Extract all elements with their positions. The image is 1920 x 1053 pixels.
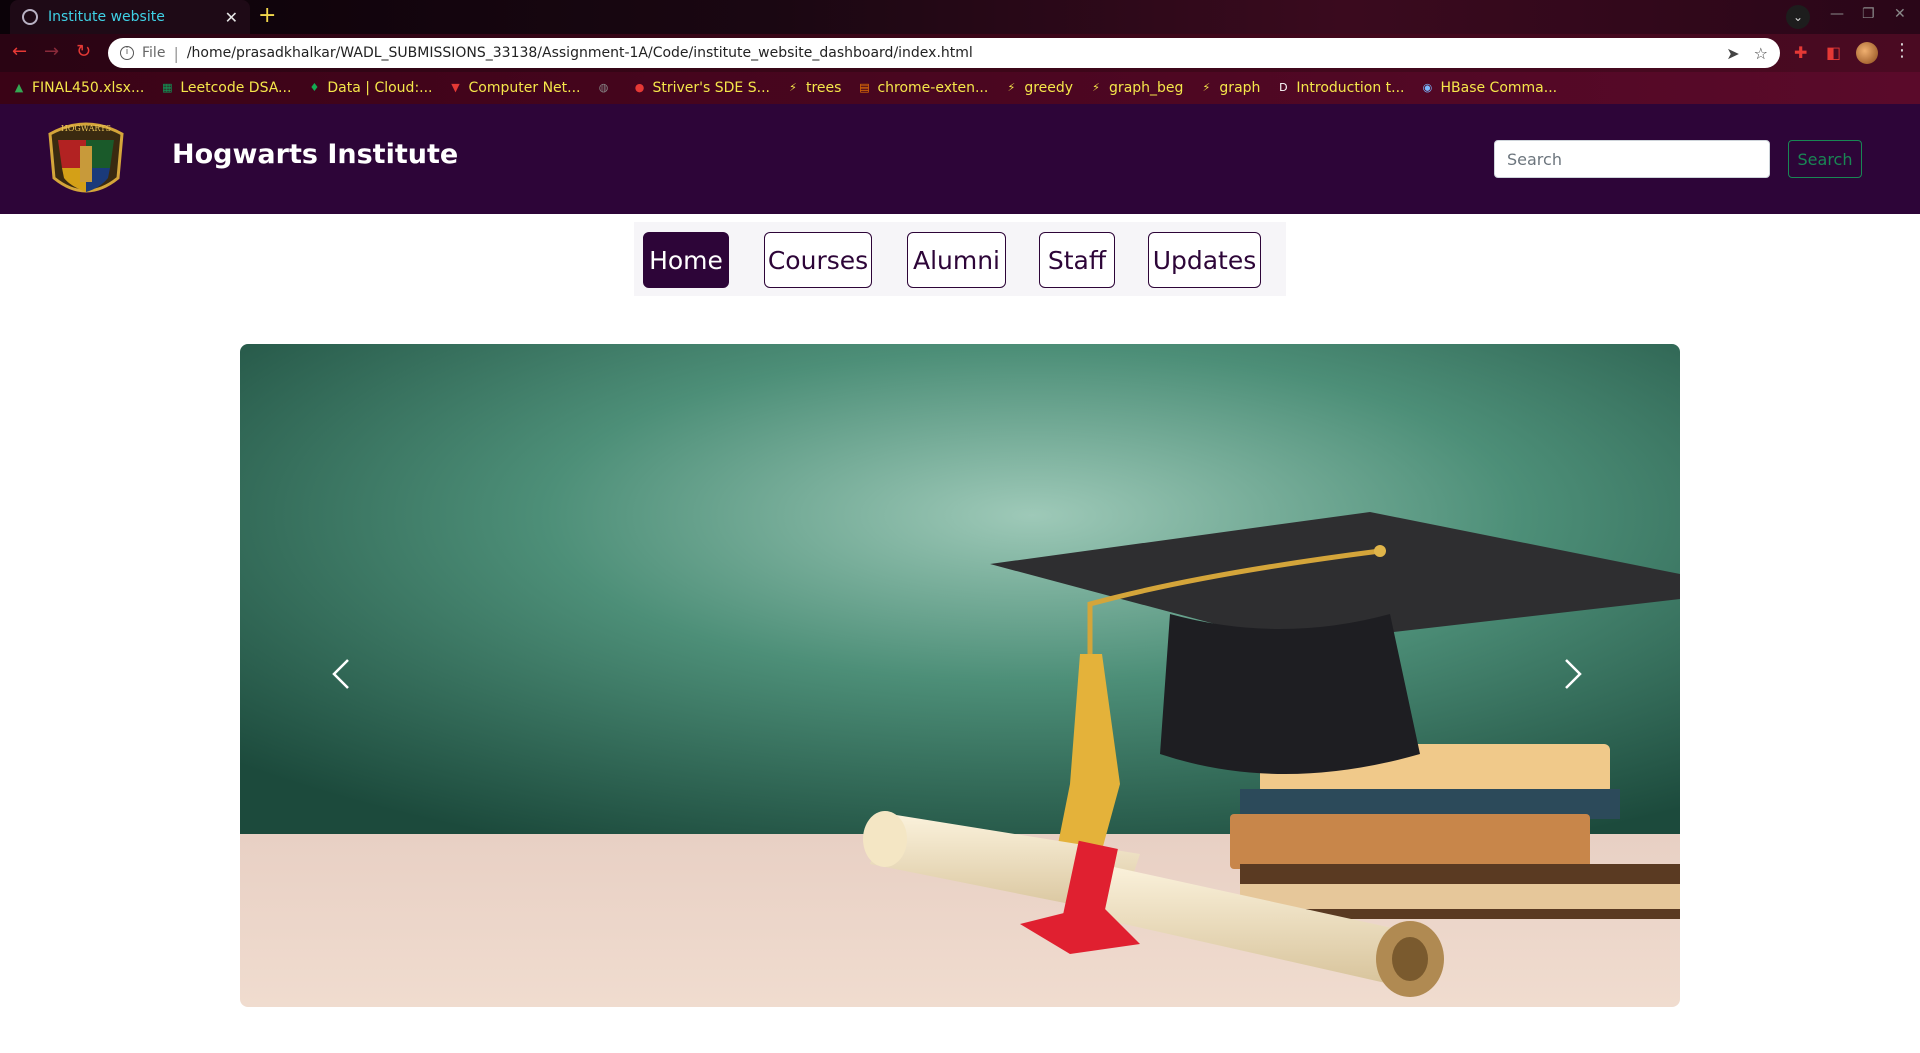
- forward-icon[interactable]: →: [44, 41, 59, 62]
- bookmark-label: chrome-exten...: [877, 80, 989, 96]
- hackerrank-icon: ⚡: [1202, 81, 1211, 94]
- hackerrank-icon: ⚡: [789, 81, 797, 94]
- side-panel-icon[interactable]: ◧: [1826, 43, 1841, 62]
- bookmark-item[interactable]: ◉ HBase Comma...: [1420, 80, 1557, 96]
- hero-carousel: [240, 344, 1680, 1007]
- globe-icon: [22, 9, 38, 25]
- browser-toolbar: ← → ↻ i File | /home/prasadkhalkar/WADL_…: [0, 34, 1920, 72]
- hackerrank-icon: ⚡: [1092, 81, 1100, 94]
- bookmarks-bar: ▲ FINAL450.xlsx... ▦ Leetcode DSA... ♦ Data |…: [0, 72, 1920, 104]
- close-window-icon[interactable]: ✕: [1894, 6, 1906, 22]
- bookmark-label: graph_beg: [1109, 80, 1184, 96]
- bookmark-item[interactable]: ⚡ trees: [786, 80, 841, 96]
- tab-search-icon[interactable]: ⌄: [1786, 5, 1810, 29]
- site-header: HOGWARTS Hogwarts Institute Search: [0, 104, 1920, 214]
- browser-tab-strip: Institute website ✕ + ⌄ — ❐ ✕: [0, 0, 1920, 34]
- tuf-icon: ●: [634, 81, 645, 94]
- back-icon[interactable]: ←: [12, 41, 27, 62]
- nav-alumni-button[interactable]: Alumni: [907, 232, 1006, 288]
- info-icon[interactable]: i: [120, 46, 134, 60]
- shield-v-icon: ▼: [451, 81, 460, 94]
- chrome-ext-icon: ▤: [859, 81, 870, 94]
- carousel-prev-button[interactable]: [312, 644, 372, 704]
- extensions-puzzle-icon[interactable]: ✚: [1794, 43, 1807, 62]
- carousel-slide-image: [240, 344, 1680, 1007]
- bookmark-item[interactable]: ▲ FINAL450.xlsx...: [12, 80, 145, 96]
- nav-updates-button[interactable]: Updates: [1148, 232, 1261, 288]
- chevron-left-icon: [332, 659, 349, 689]
- bookmark-star-icon[interactable]: ☆: [1754, 44, 1768, 63]
- bookmark-item[interactable]: ▼ Computer Net...: [449, 80, 581, 96]
- bookmark-item[interactable]: ▦ Leetcode DSA...: [160, 80, 291, 96]
- leaf-icon: ♦: [309, 81, 320, 94]
- bookmark-item[interactable]: D Introduction t...: [1276, 80, 1404, 96]
- bookmark-label: graph: [1219, 80, 1261, 96]
- nav-home-button[interactable]: Home: [643, 232, 729, 288]
- site-title: Hogwarts Institute: [172, 139, 459, 170]
- bookmark-label: greedy: [1024, 80, 1074, 96]
- hackerrank-icon: ⚡: [1007, 81, 1016, 94]
- bookmark-label: FINAL450.xlsx...: [32, 80, 145, 96]
- bookmark-item[interactable]: ● Striver's SDE S...: [633, 80, 770, 96]
- google-drive-icon: ▲: [14, 81, 24, 94]
- browser-tab[interactable]: Institute website ✕: [10, 0, 250, 34]
- globe-icon: ◍: [598, 81, 609, 94]
- main-nav: Home Courses Alumni Staff Updates: [634, 222, 1286, 296]
- hogwarts-crest-logo[interactable]: HOGWARTS: [40, 112, 132, 206]
- bookmark-item[interactable]: ▤ chrome-exten...: [857, 80, 988, 96]
- bookmark-label: trees: [805, 80, 842, 96]
- search-button[interactable]: Search: [1788, 140, 1862, 178]
- crest-text: HOGWARTS: [61, 124, 111, 133]
- url-text[interactable]: /home/prasadkhalkar/WADL_SUBMISSIONS_331…: [187, 45, 1712, 61]
- bookmark-label: Leetcode DSA...: [180, 80, 292, 96]
- carousel-next-button[interactable]: [1542, 644, 1602, 704]
- search-input[interactable]: [1494, 140, 1770, 178]
- bookmark-label: Striver's SDE S...: [652, 80, 770, 96]
- bookmark-label: Data | Cloud:...: [327, 80, 433, 96]
- bookmark-item[interactable]: ⚡ graph_beg: [1089, 80, 1183, 96]
- bookmark-item[interactable]: ◍: [597, 81, 617, 95]
- bookmark-label: Computer Net...: [468, 80, 581, 96]
- browser-menu-icon[interactable]: ⋮: [1893, 40, 1911, 61]
- reload-icon[interactable]: ↻: [76, 41, 91, 62]
- bookmark-label: Introduction t...: [1296, 80, 1405, 96]
- profile-avatar[interactable]: [1856, 42, 1878, 64]
- dev-icon: D: [1279, 81, 1288, 94]
- restore-icon[interactable]: ❐: [1862, 6, 1875, 22]
- google-sheets-icon: ▦: [162, 81, 173, 94]
- minimize-icon[interactable]: —: [1830, 6, 1844, 22]
- url-scheme: File: [142, 45, 166, 61]
- bookmark-item[interactable]: ⚡ greedy: [1004, 80, 1073, 96]
- bookmark-label: HBase Comma...: [1440, 80, 1558, 96]
- hbase-icon: ◉: [1422, 81, 1433, 94]
- new-tab-icon[interactable]: +: [258, 3, 276, 28]
- tab-title: Institute website: [48, 9, 165, 25]
- nav-staff-button[interactable]: Staff: [1039, 232, 1115, 288]
- send-icon[interactable]: ➤: [1726, 44, 1739, 63]
- bookmark-item[interactable]: ⚡ graph: [1199, 80, 1261, 96]
- bookmark-item[interactable]: ♦ Data | Cloud:...: [307, 80, 432, 96]
- url-separator: |: [173, 43, 179, 63]
- address-bar[interactable]: i File | /home/prasadkhalkar/WADL_SUBMIS…: [108, 38, 1780, 68]
- nav-courses-button[interactable]: Courses: [764, 232, 872, 288]
- chevron-right-icon: [1565, 659, 1582, 689]
- close-tab-icon[interactable]: ✕: [225, 8, 238, 27]
